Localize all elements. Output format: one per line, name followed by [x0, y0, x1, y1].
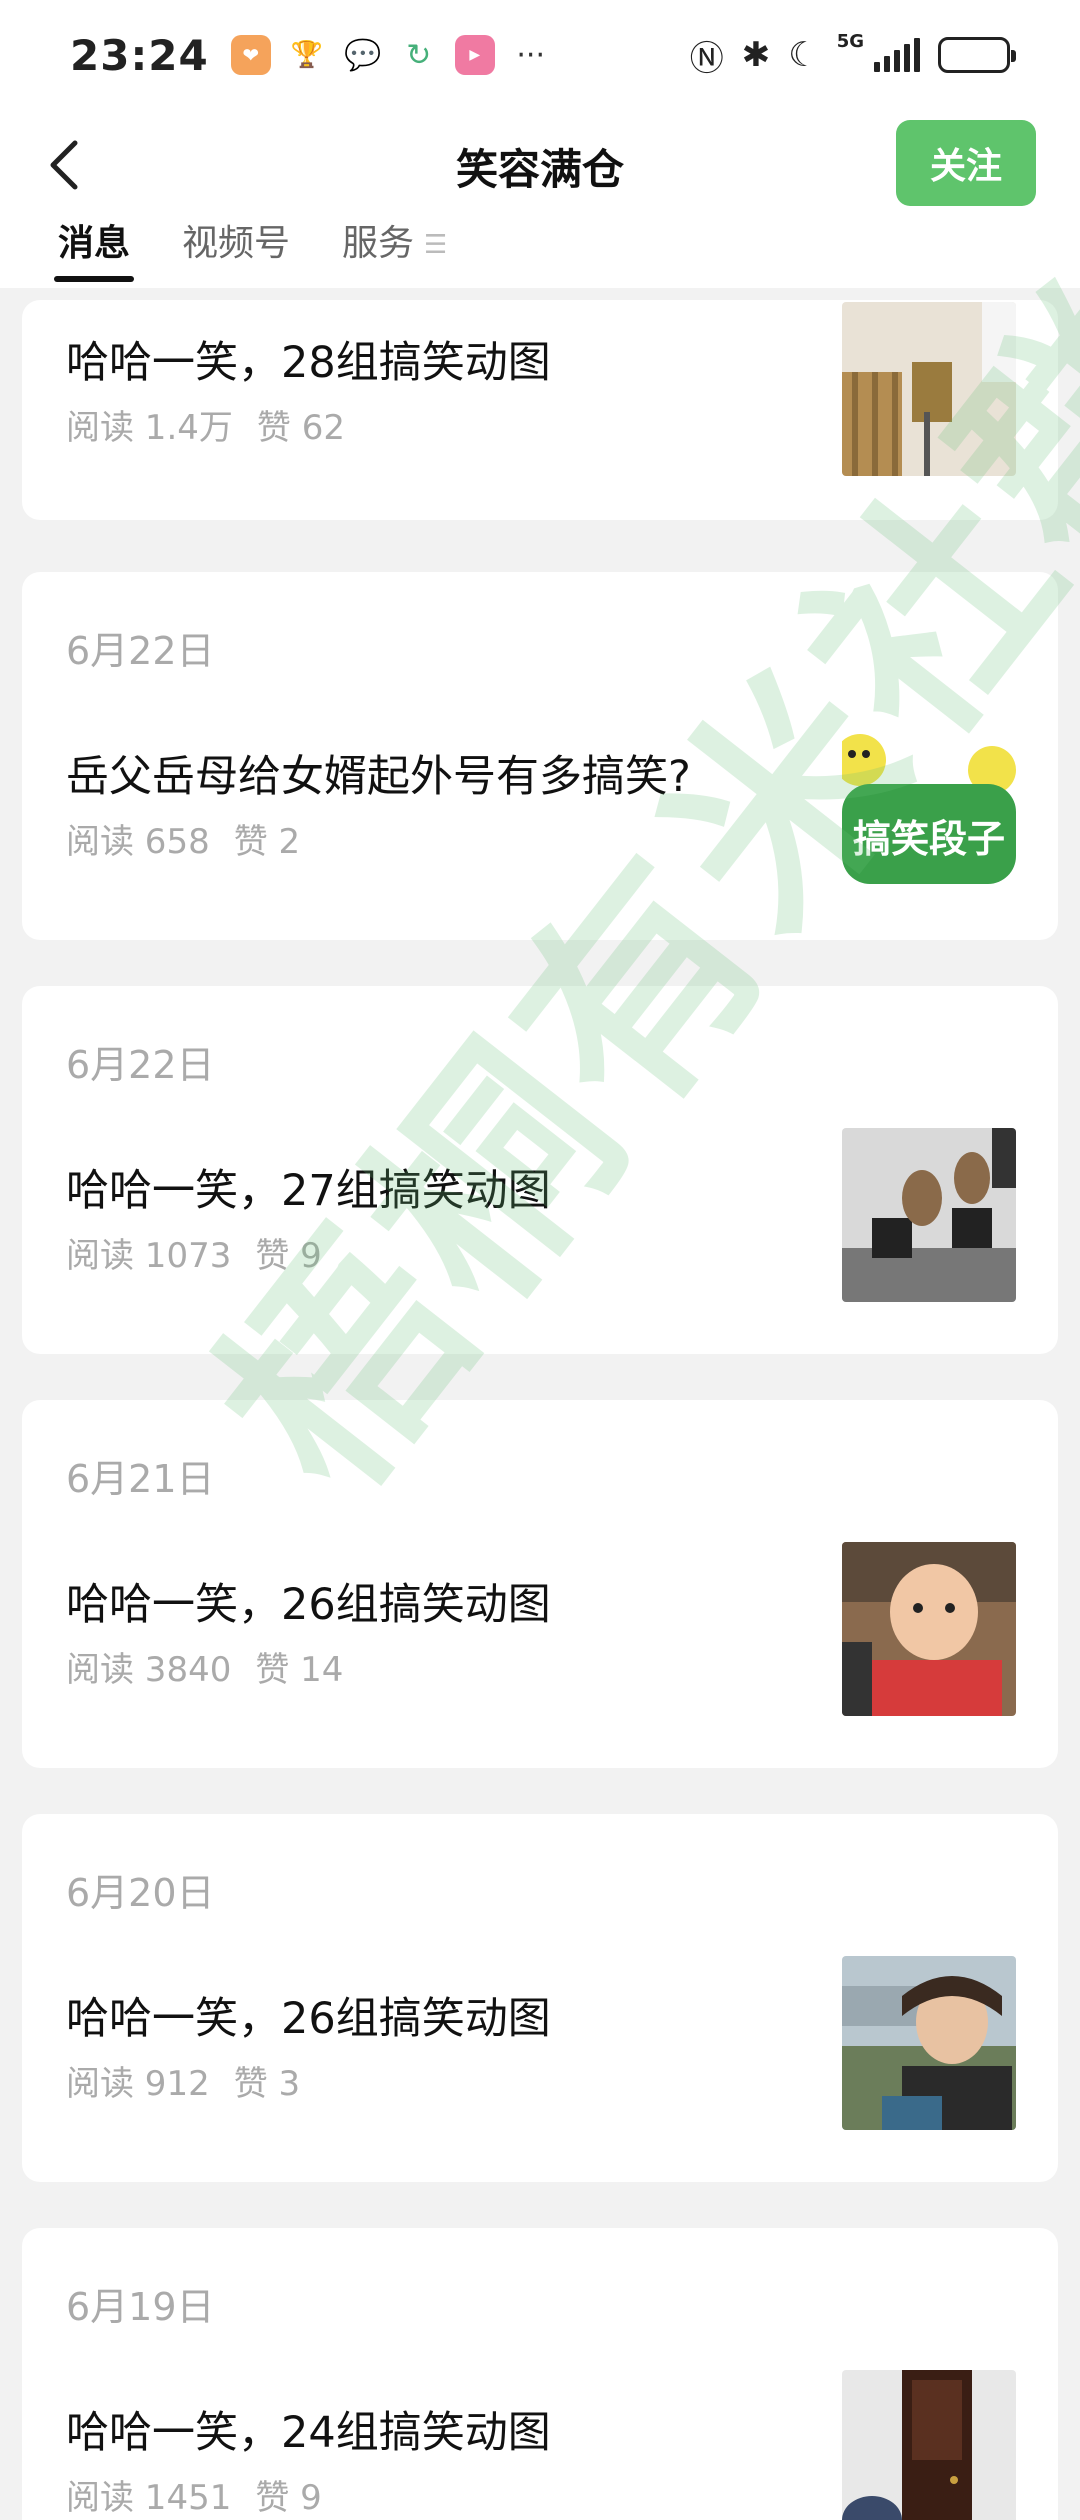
read-count: 阅读 912	[66, 2064, 210, 2104]
article-card[interactable]: 6月21日 哈哈一笑，26组搞笑动图 阅读 3840 赞 14	[22, 1400, 1058, 1768]
article-stats: 阅读 912 赞 3	[66, 2056, 300, 2105]
article-stats: 阅读 1451 赞 9	[66, 2470, 322, 2519]
article-title: 哈哈一笑，26组搞笑动图	[66, 1994, 551, 2044]
signal-icon	[874, 38, 920, 72]
article-stats: 阅读 1073 赞 9	[66, 1228, 322, 1277]
bilibili-icon: ▶	[454, 35, 495, 75]
article-title: 哈哈一笑，26组搞笑动图	[66, 1580, 551, 1630]
article-thumbnail	[842, 302, 1016, 476]
read-count: 阅读 1.4万	[66, 408, 233, 448]
page: 23:24 ❤ 🏆 💬 ↻ ▶ ··· Ⓝ ✱ ☾ 5G 笑容满仓 关注 消息 …	[0, 0, 1080, 2520]
bluetooth-icon: ✱	[741, 35, 771, 75]
like-count: 赞 3	[233, 2064, 301, 2104]
tab-channels[interactable]: 视频号	[182, 220, 290, 288]
article-thumbnail	[842, 1128, 1016, 1302]
article-date: 6月21日	[66, 1457, 215, 1501]
article-title: 哈哈一笑，24组搞笑动图	[66, 2408, 551, 2458]
like-count: 赞 2	[233, 822, 301, 862]
article-stats: 阅读 3840 赞 14	[66, 1642, 343, 1691]
article-title: 哈哈一笑，27组搞笑动图	[66, 1166, 551, 1216]
article-thumbnail	[842, 2370, 1016, 2520]
article-thumbnail	[842, 1542, 1016, 1716]
moon-icon: ☾	[788, 35, 819, 75]
article-title: 岳父岳母给女婿起外号有多搞笑?	[66, 752, 691, 802]
account-header: 笑容满仓 关注	[0, 110, 1080, 220]
like-count: 赞 9	[255, 1236, 322, 1276]
taobao-icon: ❤	[230, 35, 271, 75]
article-card[interactable]: 6月19日 哈哈一笑，24组搞笑动图 阅读 1451 赞 9	[22, 2228, 1058, 2520]
article-date: 6月20日	[66, 1871, 215, 1915]
article-title: 哈哈一笑，28组搞笑动图	[66, 338, 551, 388]
article-card[interactable]: 6月22日 岳父岳母给女婿起外号有多搞笑? 阅读 658 赞 2 搞笑段子	[22, 572, 1058, 940]
system-icons: Ⓝ ✱ ☾ 5G	[689, 30, 1016, 80]
article-thumbnail: 搞笑段子	[842, 720, 1016, 894]
menu-icon: ☰	[424, 230, 448, 260]
tab-bar: 消息 视频号 服务 ☰	[0, 220, 1080, 288]
article-card[interactable]: 6月20日 哈哈一笑，26组搞笑动图 阅读 912 赞 3	[22, 1814, 1058, 2182]
read-count: 阅读 658	[66, 822, 210, 862]
like-count: 赞 62	[256, 408, 345, 448]
status-bar: 23:24 ❤ 🏆 💬 ↻ ▶ ··· Ⓝ ✱ ☾ 5G	[0, 0, 1080, 110]
article-date: 6月19日	[66, 2285, 215, 2329]
tab-services[interactable]: 服务 ☰	[342, 220, 447, 288]
article-date: 6月22日	[66, 629, 215, 673]
more-dots-icon: ···	[516, 37, 545, 73]
prize-icon: 🏆	[286, 35, 327, 75]
article-card[interactable]: 哈哈一笑，28组搞笑动图 阅读 1.4万赞 62	[22, 300, 1058, 520]
article-stats: 阅读 658 赞 2	[66, 814, 300, 863]
tab-services-label: 服务	[342, 223, 415, 264]
read-count: 阅读 1451	[66, 2478, 232, 2518]
article-thumbnail	[842, 1956, 1016, 2130]
nfc-icon: Ⓝ	[689, 38, 724, 79]
status-time: 23:24	[70, 30, 209, 80]
network-type: 5G	[836, 30, 864, 52]
thumbnail-caption: 搞笑段子	[852, 817, 1005, 861]
article-date: 6月22日	[66, 1043, 215, 1087]
refresh-app-icon: ↻	[398, 35, 439, 75]
notification-icons: ❤ 🏆 💬 ↻ ▶ ···	[230, 35, 551, 75]
read-count: 阅读 1073	[66, 1236, 232, 1276]
wechat-icon: 💬	[342, 35, 383, 75]
article-stats: 阅读 1.4万赞 62	[66, 400, 345, 449]
tab-messages[interactable]: 消息	[53, 220, 135, 288]
battery-icon	[938, 37, 1016, 73]
article-card[interactable]: 6月22日 哈哈一笑，27组搞笑动图 阅读 1073 赞 9	[22, 986, 1058, 1354]
like-count: 赞 14	[255, 1650, 344, 1690]
like-count: 赞 9	[255, 2478, 322, 2518]
read-count: 阅读 3840	[66, 1650, 232, 1690]
follow-button[interactable]: 关注	[896, 120, 1036, 206]
